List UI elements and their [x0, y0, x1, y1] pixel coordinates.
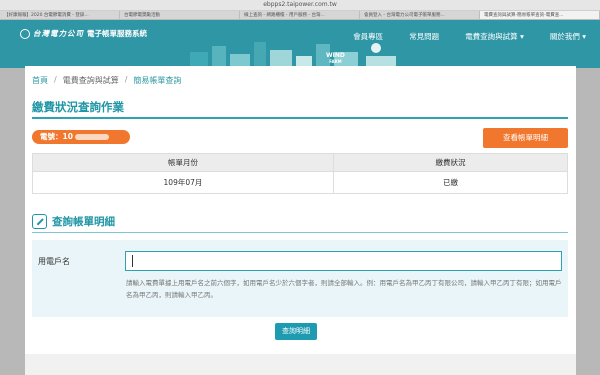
text-cursor	[132, 255, 133, 267]
tab-bar: 【好康報報】2020 台電節電消費 - 登錄... 台電節電獎勵活動 線上查詢 …	[0, 11, 600, 20]
browser-tab[interactable]: 【好康報報】2020 台電節電消費 - 登錄...	[0, 11, 120, 19]
page-background-right	[576, 68, 600, 375]
content-panel: 首頁 / 電費查詢與試算 / 簡易帳單查詢 繳費狀況查詢作業 電號：10 查看帳…	[25, 66, 576, 354]
query-detail-button[interactable]: 查詢明細	[275, 323, 317, 340]
query-section-header: 查詢帳單明細	[32, 214, 115, 229]
meter-label: 電號：	[40, 132, 63, 141]
page-title: 繳費狀況查詢作業	[32, 100, 124, 114]
meter-number: 10	[62, 132, 73, 141]
redacted-number	[74, 134, 109, 140]
footer-band	[25, 354, 576, 375]
site-logo[interactable]: 台灣電力公司 電子帳單服務系統	[20, 28, 147, 39]
nav-faq[interactable]: 常見問題	[409, 31, 439, 42]
query-form: 用電戶名 請輸入電費單據上用電戶名之前六個字，如用電戶名少於六個字者，則請全部輸…	[32, 240, 568, 317]
browser-tab[interactable]: 台電節電獎勵活動	[120, 11, 240, 19]
view-bill-detail-button[interactable]: 查看帳單明細	[483, 128, 568, 148]
bill-status-table: 帳單月份 繳費狀況 109年07月 已繳	[32, 153, 569, 194]
breadcrumb: 首頁 / 電費查詢與試算 / 簡易帳單查詢	[32, 75, 181, 86]
table-header-row: 帳單月份 繳費狀況	[32, 153, 569, 172]
nav-about[interactable]: 關於我們 ▾	[550, 31, 586, 42]
wind-farm-sign: WIND FARM	[326, 52, 345, 65]
browser-tab[interactable]: 線上查詢 - 網路櫃檯 - 用戶服務 - 台灣...	[240, 11, 360, 19]
banner-city-illustration	[190, 42, 396, 68]
nav-member-area[interactable]: 會員專區	[353, 31, 383, 42]
column-header-payment-status: 繳費狀況	[332, 153, 569, 172]
main-nav: 會員專區 常見問題 電費查詢與試算 ▾ 關於我們 ▾	[327, 31, 586, 42]
site-header: 台灣電力公司 電子帳單服務系統 WIND FARM 會員專區 常見問題 電費查詢…	[0, 20, 600, 68]
account-name-label: 用電戶名	[38, 257, 70, 266]
browser-tab-active[interactable]: 電費查詢與試算-簡易帳單查詢-電費查...	[480, 11, 600, 19]
table-row: 109年07月 已繳	[32, 171, 569, 194]
breadcrumb-home[interactable]: 首頁	[32, 75, 48, 86]
address-bar[interactable]: ebpps2.taipower.com.tw	[0, 0, 600, 11]
page-background-left	[0, 68, 25, 375]
payment-status-cell: 已繳	[332, 171, 569, 194]
column-header-bill-month: 帳單月份	[32, 153, 334, 172]
query-divider	[32, 232, 568, 233]
meter-number-badge: 電號：10	[32, 130, 130, 144]
logo-subtitle: 電子帳單服務系統	[87, 29, 147, 38]
logo-text: 台灣電力公司	[33, 29, 84, 38]
nav-bill-query[interactable]: 電費查詢與試算 ▾	[465, 31, 524, 42]
query-section-title: 查詢帳單明細	[52, 216, 115, 228]
url-text[interactable]: ebpps2.taipower.com.tw	[0, 1, 600, 8]
bill-month-cell: 109年07月	[32, 171, 334, 194]
account-name-input[interactable]	[125, 251, 562, 271]
breadcrumb-current: 簡易帳單查詢	[133, 76, 182, 85]
input-hint: 請輸入電費單據上用電戶名之前六個字，如用電戶名少於六個字者，則請全部輸入。例：用…	[126, 279, 562, 299]
breadcrumb-bill-query[interactable]: 電費查詢與試算	[63, 75, 119, 86]
browser-tab[interactable]: 會員登入 - 台灣電力公司電子帳單服務...	[360, 11, 480, 19]
title-divider	[32, 117, 568, 119]
breadcrumb-separator: /	[124, 75, 128, 84]
edit-icon	[32, 214, 47, 229]
logo-icon	[20, 28, 30, 39]
breadcrumb-separator: /	[54, 75, 57, 84]
